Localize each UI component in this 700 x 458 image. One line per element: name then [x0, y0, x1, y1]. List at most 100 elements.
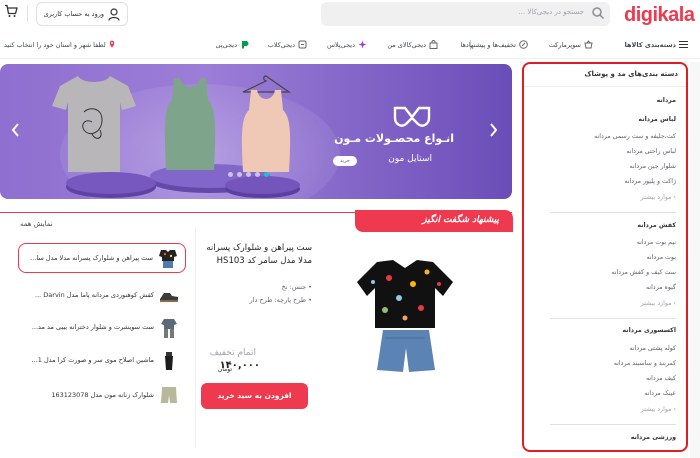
- banner-title: انـواع محصـولات مـون: [334, 132, 454, 145]
- login-label: ورود به حساب کاربری: [43, 10, 104, 18]
- view-all-link[interactable]: نمایش همه: [20, 220, 53, 228]
- moon-brand-logo: [393, 106, 431, 127]
- offer-item-name: کفش کوهنوردی مردانه پاما مدل Darvin ...: [35, 291, 154, 299]
- nav-categories[interactable]: دسته‌بندی کالاها: [625, 40, 688, 49]
- product-thumbnail: [160, 293, 178, 302]
- sidebar-item[interactable]: ست کیف و کفش مردانه: [611, 269, 676, 276]
- sidebar-more-link[interactable]: › موارد بیشتر: [641, 406, 676, 413]
- offer-item-name: ست پیراهن و شلوارک پسرانه مدلا مدل سا...: [30, 254, 153, 262]
- user-icon: [108, 8, 120, 21]
- digiclub-icon: [298, 40, 307, 49]
- sidebar-title: دسته بندی‌های مد و پوشاک: [584, 70, 678, 78]
- tshirt-image: [52, 76, 136, 172]
- product-attribute-pattern: • طرح پارچه: طرح دار: [249, 296, 312, 304]
- offer-list-item-active[interactable]: ست پیراهن و شلوارک پسرانه مدلا مدل سا...: [18, 243, 186, 273]
- banner-subtitle: استایل مون: [388, 154, 432, 164]
- nav-digiclub[interactable]: دیجی‌کلاب: [268, 40, 307, 49]
- product-thumbnail: [161, 319, 177, 338]
- sidebar-item[interactable]: نیم بوت مردانه: [637, 239, 676, 246]
- city-prompt-label: لطفا شهر و استان خود را انتخاب کنید: [4, 41, 106, 49]
- nav-supermarket[interactable]: سوپرمارکت: [549, 40, 593, 49]
- tank-top-image: [164, 78, 216, 170]
- nav-digiclub-label: دیجی‌کلاب: [267, 40, 295, 49]
- header-divider: [27, 6, 28, 22]
- banner-podium: [225, 176, 300, 194]
- more-label: موارد بیشتر: [640, 406, 672, 413]
- banner-next-arrow-icon[interactable]: [487, 122, 499, 138]
- sidebar-item[interactable]: کمربند و ساسبند مردانه: [614, 360, 676, 367]
- sidebar-item[interactable]: ژاکت و پلیور مردانه: [624, 178, 676, 185]
- search-icon: [592, 7, 605, 20]
- sidebar-divider: [550, 318, 676, 319]
- product-image[interactable]: [355, 258, 455, 376]
- sidebar-item[interactable]: گیوه مردانه: [646, 284, 676, 291]
- sidebar-divider: [550, 424, 676, 425]
- offer-list-item[interactable]: ماشین اصلاح موی سر و صورت کرا مدل 1...: [18, 346, 186, 376]
- search-placeholder: جستجو در دیجی‌کالا ...: [518, 8, 584, 16]
- banner-pagination[interactable]: [228, 172, 269, 177]
- sidebar-item[interactable]: بوت مردانه: [647, 254, 676, 261]
- sidebar-item[interactable]: کوله پشتی مردانه: [629, 345, 676, 352]
- amazing-offer-heading: پیشنهاد شگفت انگیز: [355, 210, 513, 232]
- cart-icon[interactable]: [4, 4, 18, 18]
- banner-dot[interactable]: [228, 172, 233, 177]
- banner-dot[interactable]: [237, 172, 242, 177]
- sidebar-heading-accessories[interactable]: اکسسوری مردانه: [622, 327, 676, 334]
- sidebar-title-divider: [524, 86, 686, 87]
- banner-dot[interactable]: [255, 172, 260, 177]
- banner-shop-button[interactable]: خرید: [333, 156, 357, 166]
- digiplus-icon: [358, 40, 367, 49]
- sidebar-heading-shoes[interactable]: کفش مردانه: [637, 222, 676, 229]
- sidebar-item[interactable]: لباس راحتی مردانه: [626, 148, 676, 155]
- offer-item-name: ست سویشرت و شلوار دخترانه بیبی مد مد...: [31, 323, 154, 331]
- nav-border: [0, 58, 700, 59]
- nav-my-digikala-label: دیجی‌کالای من: [387, 40, 426, 49]
- sidebar-section-men[interactable]: مردانه: [657, 97, 676, 104]
- price-currency: تومان: [217, 366, 232, 373]
- nav-offers[interactable]: تخفیف‌ها و پیشنهادها: [461, 40, 528, 49]
- banner-dot-active[interactable]: [264, 172, 269, 177]
- nav-digipay-label: دیجی‌پی: [215, 40, 237, 49]
- sidebar-heading-clothing[interactable]: لباس مردانه: [638, 116, 676, 123]
- attribute-material-text: جنس: نخ: [281, 283, 307, 291]
- add-to-cart-button[interactable]: افزودن به سبد خرید: [201, 383, 308, 409]
- nav-my-digikala[interactable]: دیجی‌کالای من: [387, 40, 438, 49]
- sidebar-item[interactable]: کت،جلیقه و ست رسمی مردانه: [594, 133, 676, 140]
- nav-digipay[interactable]: دیجی‌پی: [215, 40, 249, 49]
- offer-list-item[interactable]: شلوارک زنانه مون مدل 163123078: [18, 381, 186, 411]
- sidebar-item[interactable]: عینک مردانه: [644, 390, 676, 397]
- offer-status: اتمام تخفیف: [209, 348, 256, 358]
- hanger-top-image: [241, 75, 291, 172]
- sidebar-more-link[interactable]: › موارد بیشتر: [641, 300, 676, 307]
- page-edge: [690, 62, 700, 458]
- offer-list-item[interactable]: ست سویشرت و شلوار دخترانه بیبی مد مد...: [18, 313, 186, 343]
- sidebar-item[interactable]: شلوار جین مردانه: [629, 163, 676, 170]
- more-label: موارد بیشتر: [640, 300, 672, 307]
- nav-categories-label: دسته‌بندی کالاها: [624, 40, 676, 49]
- offer-item-name: ماشین اصلاح موی سر و صورت کرا مدل 1...: [31, 356, 154, 364]
- city-selector[interactable]: لطفا شهر و استان خود را انتخاب کنید: [4, 40, 116, 49]
- product-thumbnail: [165, 352, 173, 370]
- banner-prev-arrow-icon[interactable]: [10, 122, 22, 138]
- sidebar-item[interactable]: کیف مردانه: [646, 375, 676, 382]
- percent-icon: [519, 40, 528, 49]
- more-label: موارد بیشتر: [640, 194, 672, 201]
- digipay-icon: [242, 41, 249, 49]
- search-input[interactable]: جستجو در دیجی‌کالا ...: [321, 2, 610, 26]
- nav-digiplus[interactable]: دیجی‌پلاس: [327, 40, 367, 49]
- basket-icon: [584, 40, 593, 49]
- nav-offers-label: تخفیف‌ها و پیشنهادها: [460, 40, 516, 49]
- product-title[interactable]: ست پیراهن و شلوارک پسرانه مدلا مدل سامر …: [200, 242, 312, 268]
- amazing-offer-label: پیشنهاد شگفت انگیز: [422, 215, 499, 225]
- login-button[interactable]: ورود به حساب کاربری: [36, 2, 128, 26]
- shopping-bag-icon: [429, 40, 438, 49]
- hero-banner[interactable]: انـواع محصـولات مـون استایل مون خرید: [0, 64, 512, 199]
- sidebar-heading-sport[interactable]: ورزشی مردانه: [631, 434, 676, 441]
- product-thumbnail: [159, 250, 177, 268]
- offer-list-item[interactable]: کفش کوهنوردی مردانه پاما مدل Darvin ...: [18, 281, 186, 311]
- sidebar-divider: [550, 212, 676, 213]
- digikala-logo[interactable]: digikala: [624, 4, 695, 27]
- sidebar-more-link[interactable]: › موارد بیشتر: [641, 194, 676, 201]
- banner-dot[interactable]: [246, 172, 251, 177]
- product-thumbnail: [161, 387, 177, 403]
